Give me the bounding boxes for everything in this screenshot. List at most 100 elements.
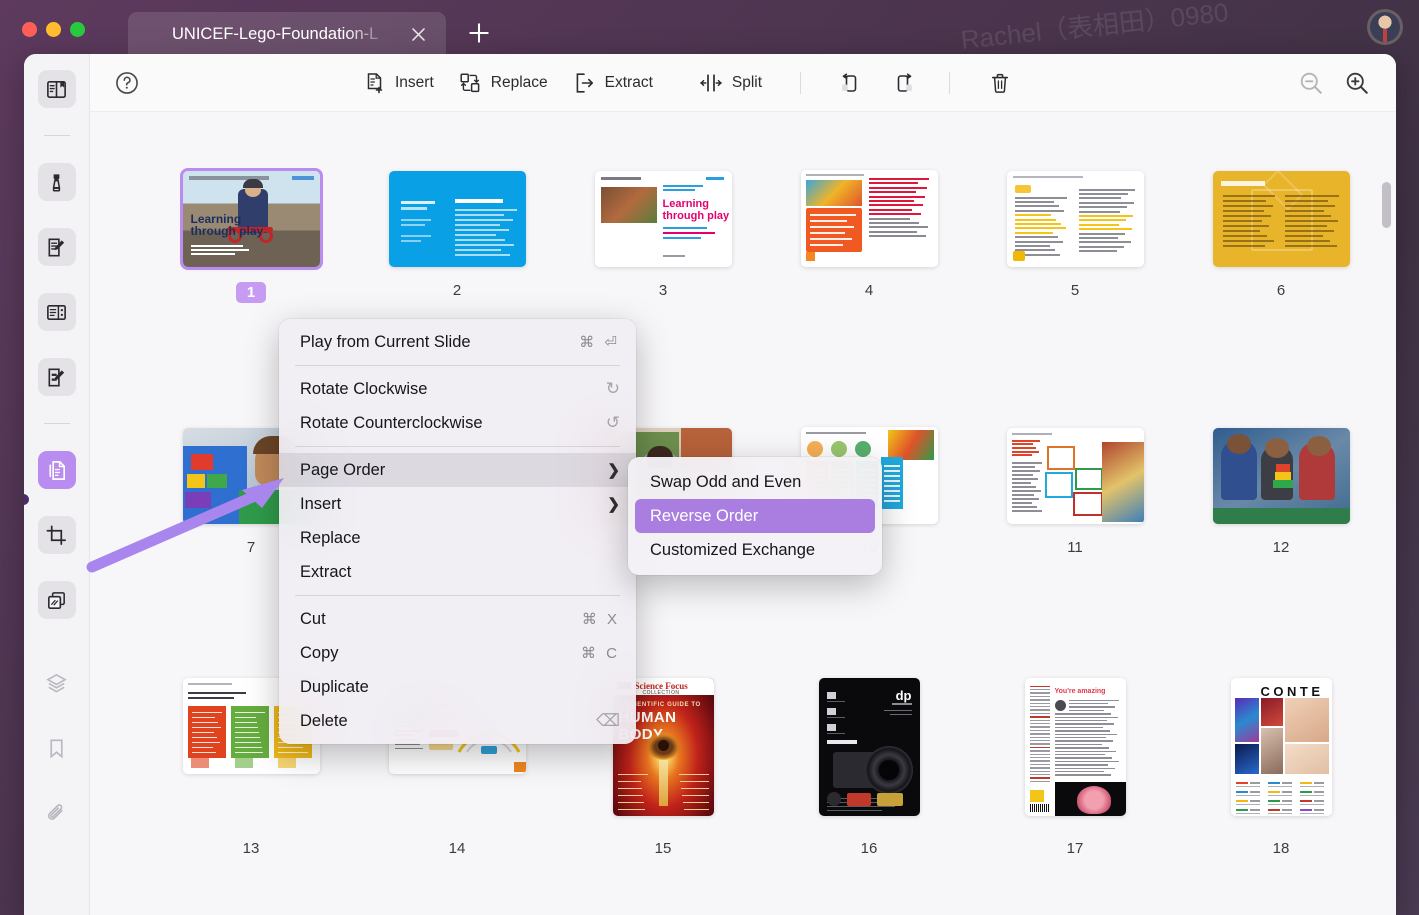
- menu-item-label: Cut: [300, 610, 582, 629]
- submenu-item-swap-odd-and-even[interactable]: Swap Odd and Even: [635, 465, 875, 499]
- menu-item-cut[interactable]: Cut⌘ X: [279, 602, 636, 636]
- page-number-label: 6: [1277, 282, 1285, 299]
- thumbnail-art: dp: [819, 678, 920, 816]
- close-icon[interactable]: [409, 25, 428, 44]
- page-thumbnail-17[interactable]: You're amazing 17: [972, 678, 1178, 915]
- avatar[interactable]: [1367, 9, 1403, 45]
- sidebar-item-watermark[interactable]: [38, 581, 76, 619]
- sidebar-item-crop[interactable]: [38, 516, 76, 554]
- paperclip-icon: [45, 802, 68, 825]
- page-number-label: 16: [861, 840, 878, 857]
- menu-item-delete[interactable]: Delete⌫: [279, 704, 636, 738]
- menu-item-rotate-clockwise[interactable]: Rotate Clockwise↻: [279, 372, 636, 406]
- page-thumbnail-4[interactable]: 4: [766, 167, 972, 361]
- menu-item-copy[interactable]: Copy⌘ C: [279, 636, 636, 670]
- page-thumbnail-image-17[interactable]: You're amazing: [1025, 678, 1126, 828]
- page-thumbnail-16[interactable]: dp 16: [766, 678, 972, 915]
- page-thumbnail-image-5[interactable]: [1007, 167, 1144, 270]
- document-tab-title: UNICEF-Lego-Foundation-L: [172, 25, 384, 44]
- minimize-window-button[interactable]: [46, 22, 61, 37]
- toolbar-divider-2: [949, 72, 950, 94]
- page-thumbnail-11[interactable]: 11: [972, 424, 1178, 614]
- page-thumbnail-image-4[interactable]: [801, 167, 938, 270]
- sidebar-item-bookmarks[interactable]: [38, 729, 76, 767]
- page-thumbnail-image-1[interactable]: Learningthrough play: [183, 167, 320, 270]
- thumbnail-art: [1213, 428, 1350, 524]
- menu-item-label: Extract: [300, 563, 620, 582]
- insert-button[interactable]: Insert: [350, 65, 446, 101]
- application-window: Insert Replace Extr: [24, 54, 1396, 915]
- menu-separator: [295, 446, 620, 447]
- page-thumbnail-image-12[interactable]: [1213, 424, 1350, 527]
- page-order-submenu: Swap Odd and EvenReverse OrderCustomized…: [628, 457, 882, 575]
- thumbnail-art: [801, 170, 938, 267]
- layers-icon: [45, 672, 68, 695]
- close-window-button[interactable]: [22, 22, 37, 37]
- sidebar-item-sign[interactable]: [38, 358, 76, 396]
- page-thumbnail-6[interactable]: 6: [1178, 167, 1384, 361]
- delete-button[interactable]: [978, 65, 1022, 101]
- sidebar-item-form[interactable]: [38, 293, 76, 331]
- sidebar-item-reader[interactable]: [38, 70, 76, 108]
- menu-item-glyph-rotate-clockwise: ↻: [606, 379, 620, 399]
- page-thumbnail-12[interactable]: 12: [1178, 424, 1384, 614]
- document-tab[interactable]: UNICEF-Lego-Foundation-L: [128, 12, 446, 57]
- sidebar-item-highlight[interactable]: [38, 163, 76, 201]
- menu-item-extract[interactable]: Extract: [279, 555, 636, 589]
- zoom-controls: [1298, 70, 1370, 96]
- replace-button[interactable]: Replace: [446, 65, 560, 101]
- page-extract-icon: [572, 71, 596, 95]
- page-thumbnail-image-3[interactable]: Learningthrough play: [595, 167, 732, 270]
- page-number-label: 7: [247, 539, 255, 556]
- rotate-counterclockwise-button[interactable]: [827, 65, 871, 101]
- help-icon[interactable]: [114, 70, 140, 96]
- menu-item-label: Rotate Clockwise: [300, 380, 606, 399]
- sidebar-item-annotate[interactable]: [38, 228, 76, 266]
- zoom-out-icon[interactable]: [1298, 70, 1324, 96]
- new-tab-icon[interactable]: [466, 20, 492, 46]
- sidebar-item-layers[interactable]: [38, 664, 76, 702]
- menu-item-glyph-delete: ⌫: [596, 711, 620, 731]
- menu-item-rotate-counterclockwise[interactable]: Rotate Counterclockwise↺: [279, 406, 636, 440]
- page-number-label: 4: [865, 282, 873, 299]
- scrollbar-thumb[interactable]: [1382, 182, 1391, 228]
- menu-item-label: Duplicate: [300, 678, 620, 697]
- page-insert-icon: [362, 71, 386, 95]
- page-thumbnail-image-2[interactable]: [389, 167, 526, 270]
- page-number-label: 11: [1067, 539, 1083, 556]
- insert-button-label: Insert: [395, 74, 434, 92]
- page-thumbnail-image-6[interactable]: [1213, 167, 1350, 270]
- menu-item-insert[interactable]: Insert❯: [279, 487, 636, 521]
- split-button[interactable]: Split: [687, 65, 774, 101]
- maximize-window-button[interactable]: [70, 22, 85, 37]
- vertical-scrollbar[interactable]: [1382, 182, 1391, 902]
- sidebar-divider-2: [44, 423, 70, 424]
- page-number-label: 12: [1273, 539, 1290, 556]
- page-thumbnail-18[interactable]: CONTE: [1178, 678, 1384, 915]
- avatar-image: [1370, 12, 1400, 42]
- rotate-counterclockwise-icon: [837, 71, 861, 95]
- page-thumbnail-image-11[interactable]: [1007, 424, 1144, 527]
- signature-icon: [45, 366, 68, 389]
- menu-item-shortcut: ⌘ C: [581, 644, 620, 662]
- zoom-in-icon[interactable]: [1344, 70, 1370, 96]
- trash-icon: [988, 71, 1012, 95]
- submenu-item-reverse-order[interactable]: Reverse Order: [635, 499, 875, 533]
- sidebar-item-attachments[interactable]: [38, 794, 76, 832]
- page-thumbnail-image-18[interactable]: CONTE: [1231, 678, 1332, 828]
- menu-separator: [295, 595, 620, 596]
- menu-item-replace[interactable]: Replace: [279, 521, 636, 555]
- extract-button[interactable]: Extract: [560, 65, 665, 101]
- thumbnail-art: [1213, 171, 1350, 267]
- menu-item-shortcut: ⌘ ⏎: [579, 333, 620, 351]
- submenu-item-customized-exchange[interactable]: Customized Exchange: [635, 533, 875, 567]
- rotate-clockwise-button[interactable]: [883, 65, 927, 101]
- menu-item-play-from-current-slide[interactable]: Play from Current Slide⌘ ⏎: [279, 325, 636, 359]
- page-thumbnail-5[interactable]: 5: [972, 167, 1178, 361]
- menu-item-page-order[interactable]: Page Order❯: [279, 453, 636, 487]
- page-number-label: 14: [449, 840, 466, 857]
- menu-item-duplicate[interactable]: Duplicate: [279, 670, 636, 704]
- page-thumbnail-image-16[interactable]: dp: [819, 678, 920, 828]
- sidebar-item-organize[interactable]: [38, 451, 76, 489]
- left-sidebar: [24, 54, 90, 915]
